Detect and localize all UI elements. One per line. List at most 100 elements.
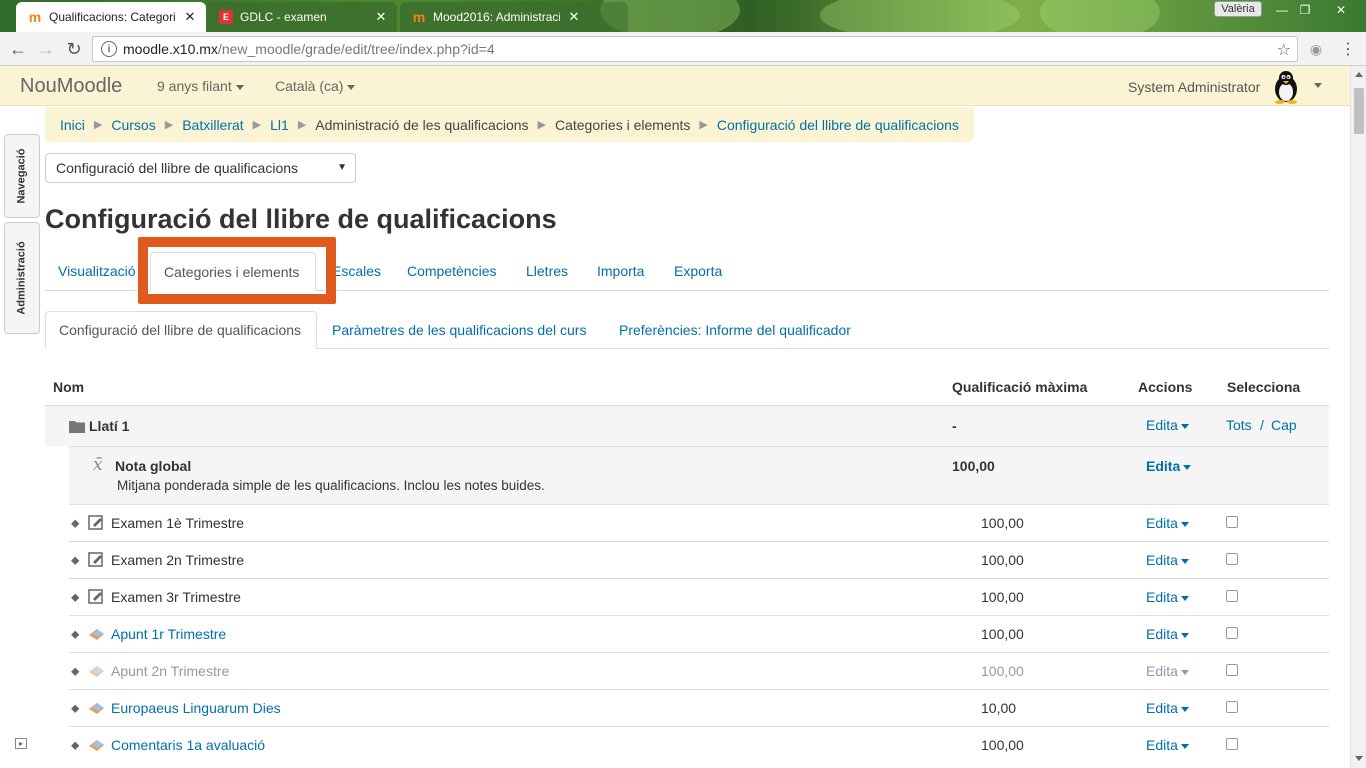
tab-grader-preferences[interactable]: Preferències: Informe del qualificador [606,311,864,348]
select-none-link[interactable]: Cap [1271,417,1297,433]
browser-tab-mood2016[interactable]: m Mood2016: Administraci ✕ [400,2,590,32]
breadcrumb-separator-icon: ▶ [699,119,708,131]
minimize-icon[interactable]: — [1272,0,1292,20]
grade-item-link[interactable]: Comentaris 1a avaluació [111,737,265,753]
move-icon[interactable]: ⬥ [71,701,79,716]
close-tab-icon[interactable]: ✕ [182,9,198,25]
course-total-row: x̄ Nota global Mitjana ponderada simple … [69,446,1329,504]
tab-gradebook-setup[interactable]: Configuració del llibre de qualificacion… [45,311,317,349]
course-total-max: 100,00 [952,458,995,474]
scrollbar-thumb[interactable] [1354,88,1364,134]
moodle-favicon-icon: m [28,9,42,25]
reload-icon[interactable]: ↻ [62,37,86,61]
edit-menu[interactable]: Edita [1146,589,1189,605]
chevron-down-icon [1180,423,1189,429]
edit-menu[interactable]: Edita [1146,458,1192,474]
close-tab-icon[interactable]: ✕ [566,9,582,25]
tab-importa[interactable]: Importa [584,252,657,290]
browser-profile-chip[interactable]: Valèria [1214,1,1262,17]
edit-menu[interactable]: Edita [1146,626,1189,642]
page-title: Configuració del llibre de qualificacion… [45,204,557,234]
select-checkbox[interactable] [1226,664,1238,676]
language-dropdown[interactable]: Català (ca) [275,78,356,94]
scroll-up-icon[interactable] [1355,72,1363,77]
maximize-icon[interactable]: ❐ [1295,0,1315,20]
address-bar[interactable]: i moodle.x10.mx/new_moodle/grade/edit/tr… [92,36,1298,62]
edit-menu-label: Edita [1146,417,1178,433]
grade-item-link[interactable]: Europaeus Linguarum Dies [111,700,281,716]
back-icon[interactable]: ← [6,37,30,61]
breadcrumb-category[interactable]: Batxillerat [182,117,243,133]
move-icon[interactable]: ⬥ [71,664,79,679]
grade-item-row: ⬥ Examen 1è Trimestre 100,00 Edita [69,504,1329,541]
user-menu-chevron-icon[interactable] [1314,83,1322,88]
move-icon[interactable]: ⬥ [71,738,79,753]
edit-menu[interactable]: Edita [1146,515,1189,531]
select-checkbox[interactable] [1226,627,1238,639]
edit-menu[interactable]: Edita [1146,737,1189,753]
select-separator: / [1260,417,1264,433]
column-header-max: Qualificació màxima [952,379,1088,395]
breadcrumb-grade-admin: Administració de les qualificacions [315,116,529,133]
grade-item-max: 100,00 [981,589,1024,605]
browser-menu-icon[interactable]: ⋮ [1336,37,1360,61]
tab-visualitzacio[interactable]: Visualització [45,252,149,290]
tab-course-grade-settings[interactable]: Paràmetres de les qualificacions del cur… [319,311,599,348]
forward-icon[interactable]: → [34,37,58,61]
folder-icon [69,421,85,433]
new-tab-button[interactable] [594,2,628,32]
dock-administration[interactable]: Administració [4,222,40,334]
select-checkbox[interactable] [1226,701,1238,713]
move-icon[interactable]: ⬥ [71,553,79,568]
report-jump-select[interactable]: Configuració del llibre de qualificacion… [45,153,356,183]
breadcrumb-categories-items: Categories i elements [554,116,691,133]
move-icon[interactable]: ⬥ [71,627,79,642]
grade-item-row-hidden: ⬥ Apunt 2n Trimestre 100,00 Edita [69,652,1329,689]
edit-menu-label: Edita [1146,663,1178,679]
grade-item-max: 100,00 [981,552,1024,568]
browser-tab-gdlc[interactable]: E GDLC - examen ✕ [207,2,397,32]
breadcrumb-courses[interactable]: Cursos [111,117,155,133]
select-checkbox[interactable] [1226,590,1238,602]
tab-exporta[interactable]: Exporta [661,252,735,290]
select-checkbox[interactable] [1226,738,1238,750]
user-menu-name[interactable]: System Administrator [1128,79,1260,95]
edit-menu-label: Edita [1146,515,1178,531]
close-tab-icon[interactable]: ✕ [373,9,389,25]
dock-toggle-icon[interactable]: ▸ [15,738,27,749]
site-brand[interactable]: NouMoodle [20,75,122,98]
bookmark-star-icon[interactable]: ☆ [1277,40,1291,60]
custom-menu-dropdown[interactable]: 9 anys filant [157,78,244,94]
edit-menu-label: Edita [1146,458,1181,474]
browser-tab-qualificacions[interactable]: m Qualificacions: Categorie ✕ [16,2,206,32]
edit-menu[interactable]: Edita [1146,700,1189,716]
grade-item-link[interactable]: Apunt 1r Trimestre [111,626,226,642]
edit-menu[interactable]: Edita [1146,552,1189,568]
window-close-icon[interactable]: ✕ [1322,0,1360,20]
user-avatar-penguin-icon[interactable] [1268,68,1304,104]
grade-item-row: ⬥ Examen 2n Trimestre 100,00 Edita [69,541,1329,578]
move-icon[interactable]: ⬥ [71,590,79,605]
breadcrumb-gradebook-setup[interactable]: Configuració del llibre de qualificacion… [717,117,959,133]
select-checkbox[interactable] [1226,553,1238,565]
breadcrumb-separator-icon: ▶ [252,119,262,131]
select-checkbox[interactable] [1226,516,1238,528]
tab-lletres[interactable]: Lletres [513,252,581,290]
breadcrumb-home[interactable]: Inici [60,117,85,133]
tab-competencies[interactable]: Competències [394,252,510,290]
grade-item-link[interactable]: Apunt 2n Trimestre [111,663,229,679]
page-scrollbar[interactable] [1350,66,1366,768]
breadcrumb-separator-icon: ▶ [537,119,546,131]
breadcrumb-course[interactable]: Ll1 [270,117,289,133]
chevron-down-icon [1180,743,1189,749]
extension-icon[interactable]: ◉ [1304,37,1328,61]
scroll-down-icon[interactable] [1355,756,1363,761]
language-label: Català (ca) [275,78,344,94]
move-icon[interactable]: ⬥ [71,516,79,531]
edit-menu[interactable]: Edita [1146,417,1189,433]
grade-item-name: Examen 1è Trimestre [111,515,245,531]
dock-navigation[interactable]: Navegació [4,134,40,218]
select-all-link[interactable]: Tots [1226,417,1252,433]
info-icon[interactable]: i [101,41,117,57]
edit-menu[interactable]: Edita [1146,663,1189,679]
